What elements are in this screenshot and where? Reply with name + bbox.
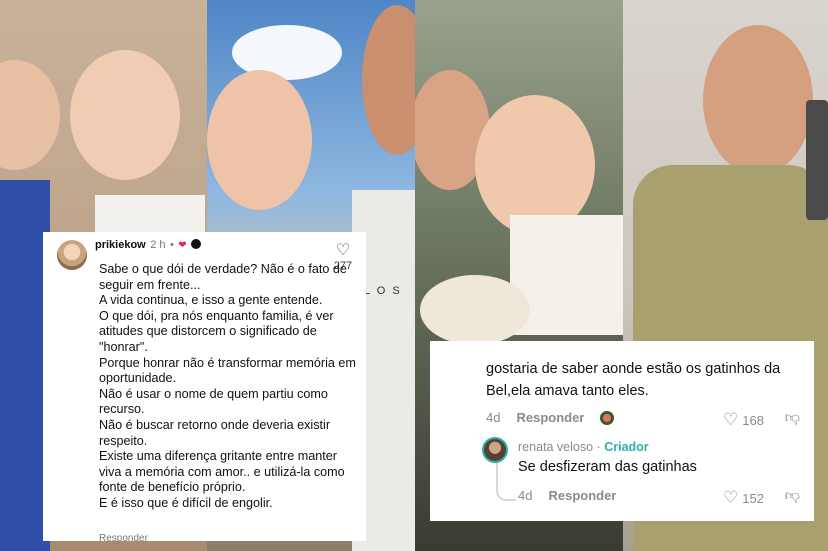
creator-liked-avatar: [600, 410, 615, 425]
question-comment: gostaria de saber aonde estão os gatinho…: [486, 361, 781, 399]
comment-card-right: gostaria de saber aonde estão os gatinho…: [430, 341, 814, 521]
girl-face: [207, 70, 312, 210]
comment-line: O que dói, pra nós enquanto familia, é v…: [99, 308, 334, 354]
avatar[interactable]: [482, 437, 508, 463]
dislike-icon[interactable]: 👎︎: [785, 487, 800, 505]
like-button[interactable]: ♡ 152: [723, 488, 764, 508]
bouquet: [420, 275, 530, 345]
like-column[interactable]: ♡ 277: [330, 242, 356, 272]
creator-badge-icon: [191, 238, 202, 249]
man-face: [362, 5, 415, 155]
reply-button[interactable]: Responder: [99, 533, 148, 544]
comment-meta: 4d Responder: [486, 410, 615, 425]
comment-line: Existe uma diferença gritante entre mant…: [99, 449, 345, 495]
like-count: 168: [742, 412, 764, 428]
comment-time: 2 h: [150, 239, 166, 251]
comment-line: Não é usar o nome de quem partiu como re…: [99, 386, 328, 417]
thread-line: [496, 459, 516, 501]
comment-body: Sabe o que dói de verdade? Não é o fato …: [99, 262, 357, 512]
separator: ·: [596, 440, 601, 454]
heart-outline-icon: ♡: [723, 410, 739, 429]
reply-button[interactable]: Responder: [516, 410, 584, 425]
reply-username[interactable]: renata veloso: [518, 440, 593, 454]
comment-line: Sabe o que dói de verdade? Não é o fato …: [99, 262, 347, 292]
comment-time: 4d: [486, 410, 501, 425]
dislike-icon[interactable]: 👎︎: [785, 409, 800, 427]
like-button[interactable]: ♡ 168: [723, 410, 764, 430]
face-right: [70, 50, 180, 180]
separator: •: [169, 239, 174, 251]
face-left: [0, 60, 60, 170]
heart-outline-icon: ♡: [723, 488, 739, 507]
reply-button[interactable]: Responder: [548, 488, 616, 503]
heart-outline-icon[interactable]: ♡: [330, 242, 356, 260]
bride-face: [475, 95, 595, 235]
creator-label: Criador: [604, 440, 649, 454]
avatar[interactable]: [57, 240, 87, 270]
man-face: [703, 25, 813, 175]
reply-meta: 4d Responder: [518, 488, 616, 503]
phone: [806, 100, 828, 220]
comment-line: E é isso que é difícil de engolir.: [99, 495, 273, 510]
comment-card-left: prikiekow 2 h • ❤ ♡ 277 Sabe o que dói d…: [43, 232, 366, 544]
comment-line: Não é buscar retorno onde deveria existi…: [99, 417, 331, 448]
like-count: 277: [333, 260, 353, 272]
red-heart-icon: ❤: [178, 240, 187, 251]
shirt-print: L O S: [364, 285, 402, 297]
comment-line: Porque honrar não é transformar memória …: [99, 355, 356, 386]
reply-time: 4d: [518, 488, 533, 503]
like-count: 152: [742, 490, 764, 506]
comment-line: A vida continua, e isso a gente entende.: [99, 293, 323, 308]
username[interactable]: prikiekow: [95, 239, 146, 251]
reply-text: Se desfizeram das gatinhas: [518, 459, 697, 475]
reply-author: renata veloso · Criador: [518, 440, 649, 454]
